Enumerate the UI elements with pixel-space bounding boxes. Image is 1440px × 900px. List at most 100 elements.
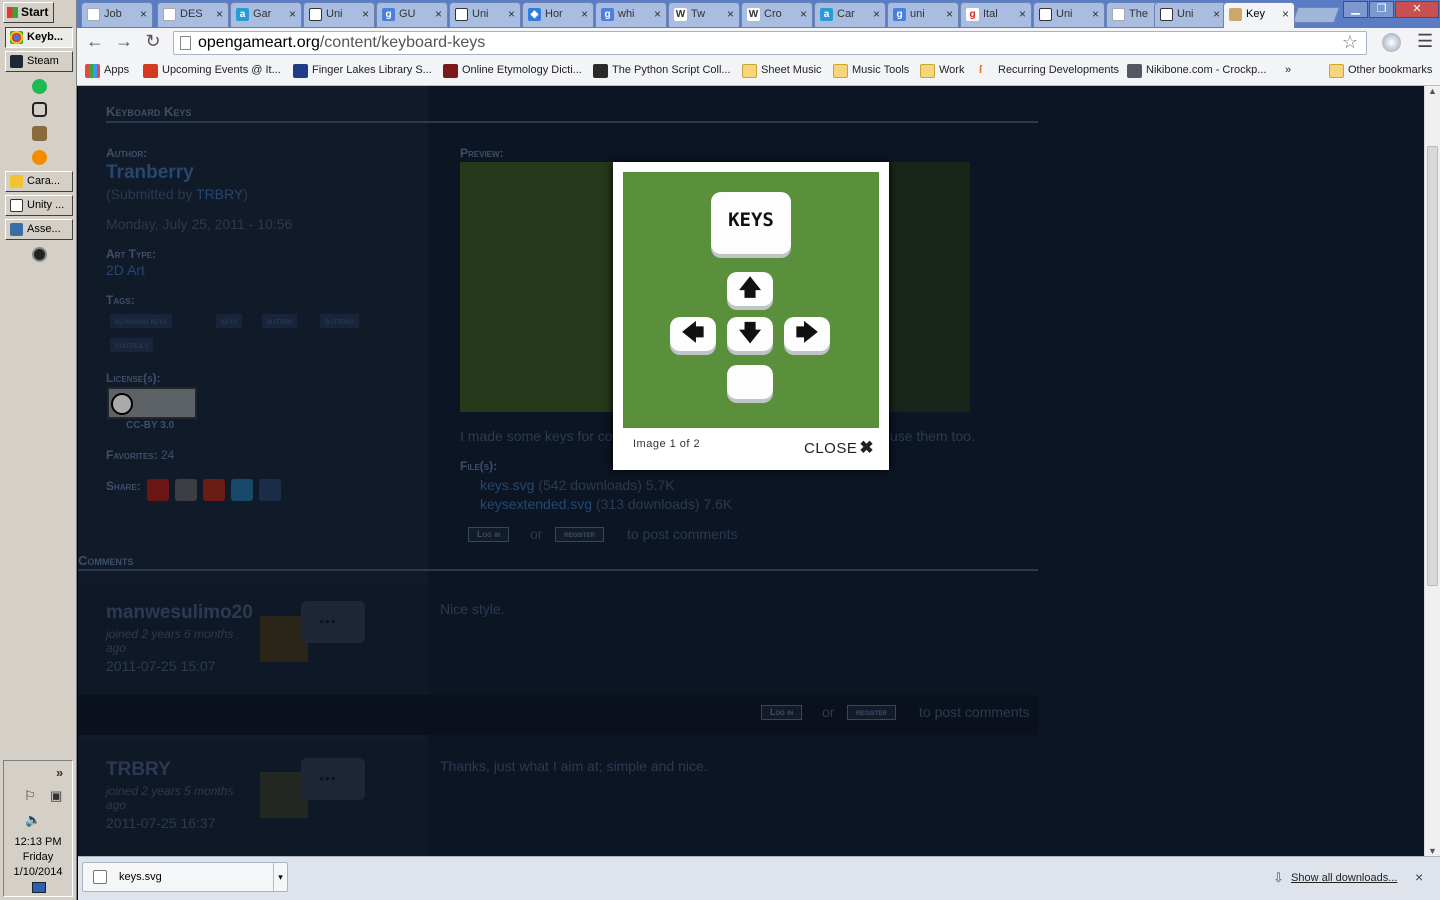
bookmark[interactable]: Nikibone.com - Crockp... (1127, 64, 1266, 78)
chevron-down-icon[interactable]: ▾ (273, 863, 287, 891)
speaker-icon[interactable]: 🔈 (25, 812, 41, 828)
tab-close-icon[interactable]: × (1282, 3, 1289, 25)
reload-button[interactable]: ↻ (141, 31, 165, 52)
tab-close-icon[interactable]: × (508, 3, 515, 25)
tab-close-icon[interactable]: × (140, 3, 147, 25)
tab[interactable]: DES × (157, 2, 229, 27)
spotify-icon[interactable] (32, 79, 47, 94)
tag[interactable]: keyboard keys (110, 314, 172, 328)
register-button[interactable]: register (555, 527, 604, 542)
desktop-icon[interactable] (32, 882, 46, 893)
login-button[interactable]: Log in (761, 705, 803, 720)
restore-button[interactable]: ❐ (1369, 1, 1394, 18)
tab[interactable]: ◆ Hor × (522, 2, 594, 27)
tab[interactable]: W Tw × (668, 2, 740, 27)
tag[interactable]: buttons (320, 314, 359, 328)
tab-close-icon[interactable]: × (1019, 3, 1026, 25)
lightbox-image[interactable]: KEYS 🡅 🡄 🡇 🡆 (623, 172, 879, 428)
tab[interactable]: g Ital × (960, 2, 1032, 27)
login-button[interactable]: Log in (468, 527, 510, 542)
tag[interactable]: button (262, 314, 297, 328)
register-button[interactable]: register (847, 705, 896, 720)
page-scrollbar[interactable]: ▲ ▼ (1424, 86, 1440, 856)
comment-user[interactable]: TRBRY (106, 759, 171, 781)
tab-close-icon[interactable]: × (873, 3, 880, 25)
tab[interactable]: Job × (81, 2, 153, 27)
tab[interactable]: Uni × (1154, 2, 1226, 27)
unity-logo-icon[interactable] (32, 247, 47, 262)
comment-user[interactable]: manwesulimo20 (106, 602, 253, 624)
bookmark[interactable]: The Python Script Coll... (593, 64, 731, 78)
extension-icon[interactable] (1382, 33, 1401, 52)
share-reddit-icon[interactable] (175, 479, 197, 501)
origin-icon[interactable] (32, 150, 47, 165)
bookmarks-overflow-button[interactable]: » (1285, 64, 1291, 76)
tab-close-icon[interactable]: × (654, 3, 661, 25)
tab-close-icon[interactable]: × (435, 3, 442, 25)
tab-close-icon[interactable]: × (289, 3, 296, 25)
tab-close-icon[interactable]: × (800, 3, 807, 25)
file-link[interactable]: keysextended.svg (464, 496, 592, 512)
tab[interactable]: a Gar × (230, 2, 302, 27)
scroll-up-icon[interactable]: ▲ (1428, 86, 1437, 96)
tab-close-icon[interactable]: × (581, 3, 588, 25)
star-icon[interactable]: ☆ (1342, 31, 1358, 53)
minimize-button[interactable]: ▁ (1343, 1, 1368, 18)
share-facebook-icon[interactable] (259, 479, 281, 501)
download-item[interactable]: keys.svg ▾ (82, 862, 288, 892)
tab-close-icon[interactable]: × (216, 3, 223, 25)
bookmark-folder[interactable]: Sheet Music (742, 64, 822, 78)
taskbar-button-unity[interactable]: Unity ... (5, 195, 73, 216)
tab-close-icon[interactable]: × (946, 3, 953, 25)
menu-icon[interactable]: ☰ (1417, 31, 1433, 52)
tab[interactable]: Uni × (1033, 2, 1105, 27)
flag-icon[interactable]: ⚐ (24, 788, 36, 804)
tab-close-icon[interactable]: × (362, 3, 369, 25)
bookmark[interactable]: Finger Lakes Library S... (293, 64, 432, 78)
tab-close-icon[interactable]: × (1213, 3, 1220, 25)
bookmark[interactable]: ſ Recurring Developments (979, 64, 1119, 78)
tab-close-icon[interactable]: × (1092, 3, 1099, 25)
clock[interactable]: 12:13 PM Friday 1/10/2014 (4, 835, 72, 880)
taskbar-button-steam[interactable]: Steam (5, 51, 73, 72)
tab[interactable]: g uni × (887, 2, 959, 27)
new-tab-button[interactable] (1292, 7, 1340, 23)
tag[interactable]: controls (110, 338, 154, 352)
share-quora-icon[interactable] (147, 479, 169, 501)
cc-license-badge[interactable] (107, 387, 197, 419)
close-download-bar-icon[interactable]: × (1415, 869, 1423, 885)
tab-close-icon[interactable]: × (727, 3, 734, 25)
gamepad-icon[interactable] (32, 102, 47, 117)
bookmark[interactable]: Upcoming Events @ It... (143, 64, 281, 78)
close-button[interactable]: CLOSE ✖ (804, 438, 874, 458)
tab[interactable]: W Cro × (741, 2, 813, 27)
other-bookmarks[interactable]: Other bookmarks (1329, 64, 1432, 78)
taskbar-button-chrome[interactable]: Keyb... (5, 27, 73, 48)
bookmark-apps[interactable]: Apps (85, 64, 129, 78)
address-bar[interactable]: opengameart.org/content/keyboard-keys ☆ (173, 31, 1367, 55)
show-all-downloads-link[interactable]: Show all downloads... (1291, 872, 1397, 884)
scrollbar-thumb[interactable] (1427, 146, 1438, 586)
tab[interactable]: g whi × (595, 2, 667, 27)
forward-button[interactable]: → (112, 31, 136, 52)
tab[interactable]: Uni × (303, 2, 375, 27)
back-button[interactable]: ← (83, 31, 107, 52)
author-link[interactable]: Tranberry (106, 162, 194, 184)
submitter-link[interactable]: TRBRY (196, 186, 243, 202)
share-googleplus-icon[interactable] (203, 479, 225, 501)
tab[interactable]: a Car × (814, 2, 886, 27)
bookmark-folder[interactable]: Work (920, 64, 964, 78)
art-type-link[interactable]: 2D Art (106, 262, 145, 278)
scroll-down-icon[interactable]: ▼ (1428, 846, 1437, 856)
tab[interactable]: g GU × (376, 2, 448, 27)
taskbar-button-assets[interactable]: Asse... (5, 219, 73, 240)
bookmark-folder[interactable]: Music Tools (833, 64, 909, 78)
bookmark[interactable]: Online Etymology Dicti... (443, 64, 582, 78)
network-icon[interactable]: ▣ (50, 788, 62, 804)
gimp-icon[interactable] (32, 126, 47, 141)
tag[interactable]: keys (216, 314, 243, 328)
taskbar-button-cara[interactable]: Cara... (5, 171, 73, 192)
tab[interactable]: Uni × (449, 2, 521, 27)
tray-expand-button[interactable]: » (56, 765, 63, 780)
start-button[interactable]: Start (3, 2, 54, 23)
